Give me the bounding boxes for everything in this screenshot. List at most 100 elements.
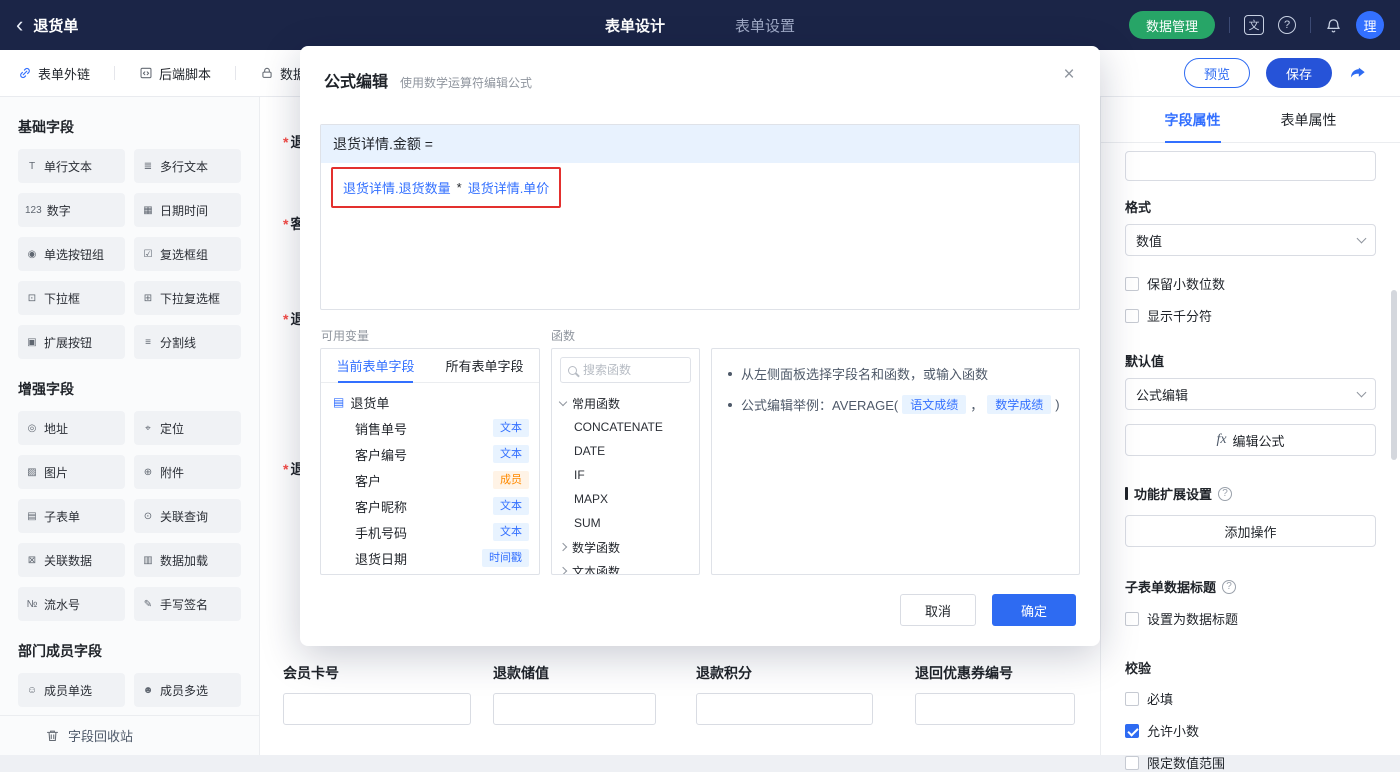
field-type-badge: 时间戳 [482,549,529,567]
panel-scrollbar[interactable] [1391,290,1397,460]
help-icon[interactable]: ? [1218,486,1233,501]
help-icon[interactable]: ? [1278,16,1296,34]
confirm-button[interactable]: 确定 [992,594,1076,626]
translate-icon[interactable]: 文 [1244,15,1264,35]
code-icon [140,67,152,79]
field-type-button[interactable]: ◉ 单选按钮组 [18,237,125,271]
share-icon[interactable] [1348,63,1368,83]
function-group-common[interactable]: 常用函数 [552,391,699,415]
field-type-button[interactable]: 123 数字 [18,193,125,227]
close-icon[interactable]: × [1056,62,1082,88]
formula-field-token[interactable]: 退货详情.单价 [468,178,550,197]
refund-points-input[interactable] [696,693,873,725]
checkbox-box[interactable] [1125,755,1139,770]
tab-field-properties[interactable]: 字段属性 [1164,97,1221,143]
tab-current-form-fields[interactable]: 当前表单字段 [321,349,430,383]
tab-form-design[interactable]: 表单设计 [605,15,665,36]
data-manage-button[interactable]: 数据管理 [1128,11,1215,39]
variable-field-row[interactable]: 客户 成员 [321,467,539,493]
function-group-text[interactable]: 文本函数 [552,559,699,574]
function-search[interactable] [560,357,691,383]
required-checkbox[interactable]: 必填 [1125,689,1376,708]
set-data-title-checkbox[interactable]: 设置为数据标题 [1125,609,1376,628]
variables-label: 可用变量 [321,329,370,343]
field-type-button[interactable]: ✎ 手写签名 [134,587,241,621]
back-icon[interactable]: ‹ [16,14,23,36]
field-type-button[interactable]: ☻ 成员多选 [134,673,241,707]
cancel-button[interactable]: 取消 [900,594,976,626]
variable-field-row[interactable]: 退货日期 时间戳 [321,545,539,571]
tab-all-form-fields[interactable]: 所有表单字段 [430,349,539,382]
field-type-button[interactable]: ☑ 复选框组 [134,237,241,271]
field-type-button[interactable]: ◎ 地址 [18,411,125,445]
default-value-select[interactable]: 公式编辑 [1125,378,1376,410]
field-type-button[interactable]: ☺ 成员单选 [18,673,125,707]
format-select[interactable]: 数值 [1125,224,1376,256]
variable-field-row[interactable]: 客户编号 文本 [321,441,539,467]
preview-button[interactable]: 预览 [1184,58,1250,88]
field-type-button[interactable]: ⊕ 附件 [134,455,241,489]
function-item[interactable]: SUM [552,511,699,535]
field-type-button[interactable]: ▣ 扩展按钮 [18,325,125,359]
member-card-input[interactable] [283,693,471,725]
field-type-button[interactable]: № 流水号 [18,587,125,621]
field-type-button[interactable]: ≣ 多行文本 [134,149,241,183]
field-type-button[interactable]: ≡ 分割线 [134,325,241,359]
field-type-button[interactable]: ⊡ 下拉框 [18,281,125,315]
tab-form-settings[interactable]: 表单设置 [735,15,795,36]
coupon-number-input[interactable] [915,693,1075,725]
field-type-button[interactable]: ▥ 数据加载 [134,543,241,577]
field-type-button[interactable]: ⊙ 关联查询 [134,499,241,533]
variable-field-row[interactable]: 客户昵称 文本 [321,493,539,519]
notification-bell-icon[interactable] [1325,17,1342,34]
top-bar: ‹ 退货单 表单设计 表单设置 数据管理 文 ? 理 [0,0,1400,50]
field-recycle-bin[interactable]: 字段回收站 [0,715,259,755]
modal-footer: 取消 确定 [900,594,1076,626]
chevron-right-icon [558,542,568,552]
thousand-separator-checkbox[interactable]: 显示千分符 [1125,306,1376,325]
field-title-input[interactable] [1125,151,1376,181]
edit-formula-button[interactable]: fx 编辑公式 [1125,424,1376,456]
formula-content[interactable]: 退货详情.退货数量 * 退货详情.单价 [321,163,1079,212]
modal-title: 公式编辑 [324,74,389,91]
field-type-button[interactable]: T 单行文本 [18,149,125,183]
field-type-button[interactable]: ⌖ 定位 [134,411,241,445]
tree-root-row[interactable]: ▤ 退货单 [321,389,539,415]
checkbox-box[interactable] [1125,276,1139,291]
checkbox-box[interactable] [1125,308,1139,323]
checkbox-box[interactable] [1125,723,1139,738]
formula-annotation-box: 退货详情.退货数量 * 退货详情.单价 [331,167,562,208]
formula-editor[interactable]: 退货详情.金额 = 退货详情.退货数量 * 退货详情.单价 [320,124,1080,310]
subform-title-section: 子表单数据标题 ? [1125,577,1376,596]
keep-decimals-checkbox[interactable]: 保留小数位数 [1125,274,1376,293]
save-button[interactable]: 保存 [1266,58,1332,88]
checkbox-box[interactable] [1125,691,1139,706]
function-group-math[interactable]: 数学函数 [552,535,699,559]
form-external-link-button[interactable]: 表单外链 [18,64,90,83]
avatar[interactable]: 理 [1356,11,1384,39]
variables-panel: 当前表单字段 所有表单字段 ▤ 退货单 销售单号 文本 客户编号 文本 客户 成… [320,348,540,575]
variable-field-row[interactable]: 手机号码 文本 [321,519,539,545]
field-type-button[interactable]: ▤ 子表单 [18,499,125,533]
field-type-button[interactable]: ▦ 日期时间 [134,193,241,227]
checkbox-box[interactable] [1125,611,1139,626]
allow-decimals-checkbox[interactable]: 允许小数 [1125,721,1376,740]
function-item[interactable]: CONCATENATE [552,415,699,439]
function-item[interactable]: DATE [552,439,699,463]
field-type-button[interactable]: ⊞ 下拉复选框 [134,281,241,315]
tab-form-properties[interactable]: 表单属性 [1281,97,1337,143]
help-icon[interactable]: ? [1222,579,1237,594]
function-item[interactable]: MAPX [552,487,699,511]
backend-script-button[interactable]: 后端脚本 [139,64,211,83]
variable-field-row[interactable]: 销售单号 文本 [321,415,539,441]
field-type-icon: № [26,598,38,610]
formula-field-token[interactable]: 退货详情.退货数量 [343,178,451,197]
function-item[interactable]: IF [552,463,699,487]
function-search-input[interactable] [583,363,683,377]
add-action-button[interactable]: 添加操作 [1125,515,1376,547]
field-type-button[interactable]: ▨ 图片 [18,455,125,489]
limit-range-checkbox[interactable]: 限定数值范围 [1125,753,1376,772]
field-type-button[interactable]: ⊠ 关联数据 [18,543,125,577]
refund-stored-value-input[interactable] [493,693,656,725]
modal-subtitle: 使用数学运算符编辑公式 [400,76,533,90]
